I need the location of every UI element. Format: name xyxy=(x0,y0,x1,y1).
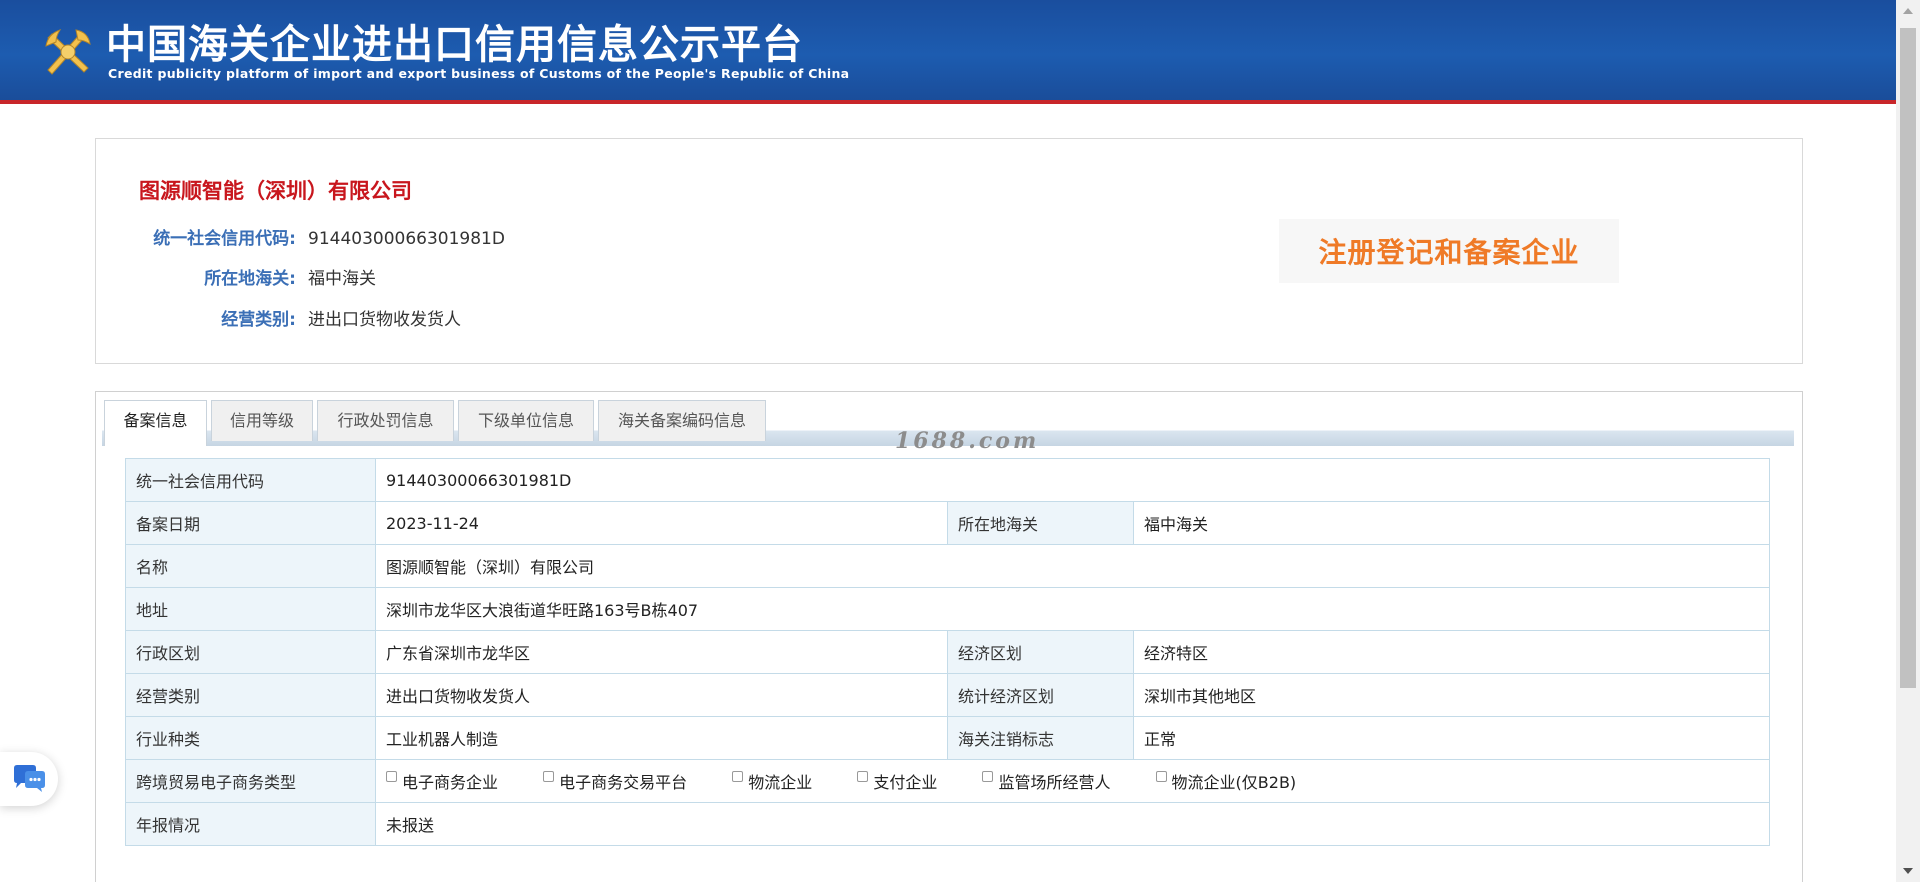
info-row-customs: 所在地海关: 福中海关 xyxy=(96,264,376,294)
tab-customs-code-info[interactable]: 海关备案编码信息 xyxy=(598,400,766,441)
table-row: 行业种类 工业机器人制造 海关注销标志 正常 xyxy=(125,716,1770,760)
info-value: 福中海关 xyxy=(308,269,376,289)
table-row: 年报情况 未报送 xyxy=(125,802,1770,846)
table-value: 正常 xyxy=(1133,716,1770,760)
chat-bubble-icon xyxy=(14,765,45,792)
checkbox-ecommerce-platform[interactable]: 电子商务交易平台 xyxy=(543,769,687,793)
checkbox-icon[interactable] xyxy=(857,770,869,782)
table-row: 名称 图源顺智能（深圳）有限公司 xyxy=(125,544,1770,588)
vertical-scrollbar[interactable] xyxy=(1896,0,1920,882)
company-name: 图源顺智能（深圳）有限公司 xyxy=(139,179,412,203)
chat-widget-button[interactable] xyxy=(0,752,58,806)
table-row: 备案日期 2023-11-24 所在地海关 福中海关 xyxy=(125,501,1770,545)
tab-filing-info[interactable]: 备案信息 xyxy=(104,400,207,446)
table-key: 统计经济区划 xyxy=(947,673,1134,717)
ecommerce-type-options: 电子商务企业 电子商务交易平台 物流企业 支付企业 监管场所经营人 物流企业(仅… xyxy=(375,759,1770,803)
table-key: 所在地海关 xyxy=(947,501,1134,545)
table-value: 图源顺智能（深圳）有限公司 xyxy=(375,544,1770,588)
watermark-text: 1688.com xyxy=(895,428,1040,454)
site-header: 中国海关企业进出口信用信息公示平台 Credit publicity platf… xyxy=(0,0,1896,104)
table-key: 经济区划 xyxy=(947,630,1134,674)
checkbox-icon[interactable] xyxy=(1155,770,1167,782)
table-row: 跨境贸易电子商务类型 电子商务企业 电子商务交易平台 物流企业 支付企业 监管场… xyxy=(125,759,1770,803)
table-row: 地址 深圳市龙华区大浪街道华旺路163号B栋407 xyxy=(125,587,1770,631)
table-key: 行政区划 xyxy=(125,630,376,674)
table-key: 行业种类 xyxy=(125,716,376,760)
info-label: 统一社会信用代码: xyxy=(153,229,296,249)
checkbox-logistics-b2b[interactable]: 物流企业(仅B2B) xyxy=(1155,769,1296,793)
filing-info-table: 统一社会信用代码 91440300066301981D 备案日期 2023-11… xyxy=(125,458,1770,846)
table-row: 行政区划 广东省深圳市龙华区 经济区划 经济特区 xyxy=(125,630,1770,674)
checkbox-icon[interactable] xyxy=(386,770,397,782)
table-key: 年报情况 xyxy=(125,802,376,846)
table-key: 统一社会信用代码 xyxy=(125,458,376,502)
table-key: 备案日期 xyxy=(125,501,376,545)
table-value: 深圳市龙华区大浪街道华旺路163号B栋407 xyxy=(375,587,1770,631)
table-value: 工业机器人制造 xyxy=(375,716,948,760)
scroll-down-arrow-icon[interactable] xyxy=(1903,868,1913,874)
checkbox-site-operator[interactable]: 监管场所经营人 xyxy=(982,769,1110,793)
site-subtitle: Credit publicity platform of import and … xyxy=(108,66,850,81)
checkbox-icon[interactable] xyxy=(982,770,994,782)
table-key: 经营类别 xyxy=(125,673,376,717)
table-key: 海关注销标志 xyxy=(947,716,1134,760)
table-value: 进出口货物收发货人 xyxy=(375,673,948,717)
table-value: 2023-11-24 xyxy=(375,501,948,545)
checkbox-payment-enterprise[interactable]: 支付企业 xyxy=(857,769,937,793)
info-value: 91440300066301981D xyxy=(308,229,505,249)
checkbox-logistics-enterprise[interactable]: 物流企业 xyxy=(732,769,812,793)
info-row-business-type: 经营类别: 进出口货物收发货人 xyxy=(96,305,461,335)
tab-subordinate-units[interactable]: 下级单位信息 xyxy=(458,400,594,441)
scrollbar-thumb[interactable] xyxy=(1900,28,1916,688)
table-value: 深圳市其他地区 xyxy=(1133,673,1770,717)
table-row: 经营类别 进出口货物收发货人 统计经济区划 深圳市其他地区 xyxy=(125,673,1770,717)
table-value: 91440300066301981D xyxy=(375,458,1770,502)
site-title: 中国海关企业进出口信用信息公示平台 xyxy=(106,22,803,68)
table-key: 名称 xyxy=(125,544,376,588)
customs-emblem-icon xyxy=(45,29,91,75)
scroll-up-arrow-icon[interactable] xyxy=(1903,8,1913,14)
registration-badge: 注册登记和备案企业 xyxy=(1279,219,1619,283)
checkbox-icon[interactable] xyxy=(543,770,555,782)
checkbox-ecommerce-enterprise[interactable]: 电子商务企业 xyxy=(386,769,498,793)
info-value: 进出口货物收发货人 xyxy=(308,310,461,330)
info-label: 所在地海关: xyxy=(204,269,296,289)
table-value: 未报送 xyxy=(375,802,1770,846)
table-value: 广东省深圳市龙华区 xyxy=(375,630,948,674)
table-value: 福中海关 xyxy=(1133,501,1770,545)
info-row-credit-code: 统一社会信用代码: 91440300066301981D xyxy=(96,224,505,254)
table-key: 地址 xyxy=(125,587,376,631)
company-summary-panel: 图源顺智能（深圳）有限公司 统一社会信用代码: 91440300066301981… xyxy=(95,138,1803,364)
info-label: 经营类别: xyxy=(221,310,296,330)
checkbox-icon[interactable] xyxy=(732,770,744,782)
tab-credit-rating[interactable]: 信用等级 xyxy=(211,400,313,441)
table-row: 统一社会信用代码 91440300066301981D xyxy=(125,458,1770,502)
tab-penalty-info[interactable]: 行政处罚信息 xyxy=(317,400,454,441)
registration-badge-text: 注册登记和备案企业 xyxy=(1318,236,1580,269)
table-value: 经济特区 xyxy=(1133,630,1770,674)
table-key: 跨境贸易电子商务类型 xyxy=(125,759,376,803)
